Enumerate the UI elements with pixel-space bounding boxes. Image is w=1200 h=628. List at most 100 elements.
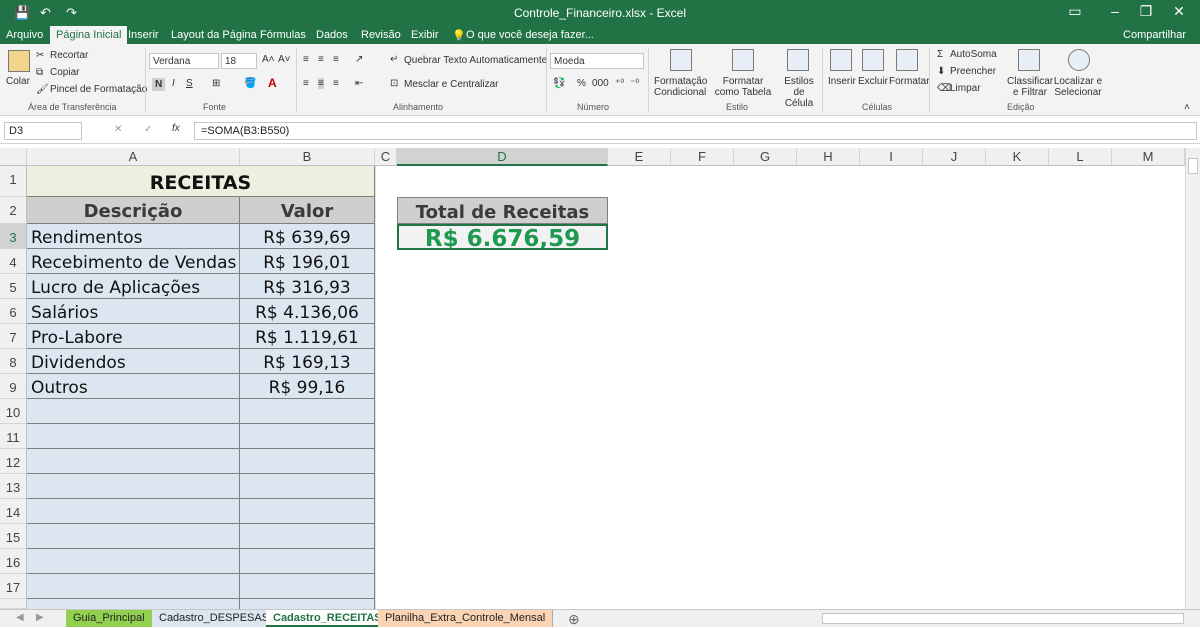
collapse-ribbon-icon[interactable]: ˄ bbox=[1184, 102, 1190, 113]
empty-cell[interactable] bbox=[240, 499, 375, 524]
insert-cells-button[interactable]: Inserir bbox=[828, 76, 856, 87]
merge-button[interactable]: Mesclar e Centralizar bbox=[404, 79, 498, 90]
empty-cell[interactable] bbox=[27, 574, 240, 599]
format-painter-button[interactable]: Pincel de Formatação bbox=[50, 84, 147, 95]
cancel-icon[interactable]: ✕ bbox=[114, 124, 122, 135]
format-cells-icon[interactable] bbox=[896, 49, 918, 71]
table-row-desc[interactable]: Pro-Labore bbox=[27, 324, 240, 349]
empty-cell[interactable] bbox=[27, 399, 240, 424]
empty-cell[interactable] bbox=[240, 399, 375, 424]
empty-cell[interactable] bbox=[27, 499, 240, 524]
cell-styles-button[interactable]: Estilos de Célula bbox=[778, 76, 820, 109]
empty-cell[interactable] bbox=[240, 524, 375, 549]
row-header[interactable]: 2 bbox=[0, 197, 27, 224]
empty-cell[interactable] bbox=[27, 549, 240, 574]
tab-exibir[interactable]: Exibir bbox=[411, 29, 439, 41]
paste-icon[interactable] bbox=[8, 50, 30, 72]
fx-icon[interactable]: fx bbox=[172, 123, 180, 134]
ribbon-options-icon[interactable]: ▭ bbox=[1062, 3, 1088, 20]
row-header[interactable]: 12 bbox=[0, 449, 27, 474]
table-row-value[interactable]: R$ 99,16 bbox=[240, 374, 375, 399]
tab-arquivo[interactable]: Arquivo bbox=[6, 29, 43, 41]
empty-cell[interactable] bbox=[240, 599, 375, 609]
table-row-value[interactable]: R$ 316,93 bbox=[240, 274, 375, 299]
align-top-icon[interactable]: ≡ bbox=[303, 54, 309, 65]
insert-cells-icon[interactable] bbox=[830, 49, 852, 71]
row-header[interactable]: 17 bbox=[0, 574, 27, 599]
row-header[interactable]: 9 bbox=[0, 374, 27, 399]
minimize-button[interactable]: – bbox=[1102, 3, 1128, 19]
row-header[interactable]: 4 bbox=[0, 249, 27, 274]
table-row-desc[interactable]: Outros bbox=[27, 374, 240, 399]
formula-input[interactable]: =SOMA(B3:B550) bbox=[194, 122, 1197, 140]
header-descricao-cell[interactable]: Descrição bbox=[27, 197, 240, 224]
copy-button[interactable]: Copiar bbox=[50, 67, 79, 78]
column-header[interactable]: B bbox=[240, 148, 375, 166]
find-select-button[interactable]: Localizar e Selecionar bbox=[1052, 76, 1104, 98]
table-row-desc[interactable]: Salários bbox=[27, 299, 240, 324]
column-header[interactable]: M bbox=[1112, 148, 1185, 166]
cell-styles-icon[interactable] bbox=[787, 49, 809, 71]
row-header[interactable]: 13 bbox=[0, 474, 27, 499]
column-header[interactable]: D bbox=[397, 148, 608, 166]
align-middle-icon[interactable]: ≡ bbox=[318, 54, 324, 65]
column-header[interactable]: K bbox=[986, 148, 1049, 166]
empty-cell[interactable] bbox=[27, 424, 240, 449]
share-button[interactable]: Compartilhar bbox=[1123, 29, 1186, 41]
row-header[interactable]: 14 bbox=[0, 499, 27, 524]
vertical-scrollbar[interactable] bbox=[1185, 148, 1200, 609]
font-size-select[interactable]: 18 bbox=[221, 53, 257, 69]
row-header[interactable]: 8 bbox=[0, 349, 27, 374]
row-header[interactable]: 6 bbox=[0, 299, 27, 324]
table-row-value[interactable]: R$ 169,13 bbox=[240, 349, 375, 374]
align-left-icon[interactable]: ≡ bbox=[303, 78, 309, 89]
add-sheet-icon[interactable]: ⊕ bbox=[568, 611, 580, 628]
table-row-value[interactable]: R$ 1.119,61 bbox=[240, 324, 375, 349]
table-row-desc[interactable]: Lucro de Aplicações bbox=[27, 274, 240, 299]
column-header[interactable]: H bbox=[797, 148, 860, 166]
tab-dados[interactable]: Dados bbox=[316, 29, 348, 41]
row-header[interactable]: 10 bbox=[0, 399, 27, 424]
header-valor-cell[interactable]: Valor bbox=[240, 197, 375, 224]
table-row-value[interactable]: R$ 639,69 bbox=[240, 224, 375, 249]
row-header[interactable]: 11 bbox=[0, 424, 27, 449]
row-header[interactable] bbox=[0, 599, 27, 609]
align-center-icon[interactable]: ≡ bbox=[318, 78, 324, 89]
row-header[interactable]: 7 bbox=[0, 324, 27, 349]
tab-formulas[interactable]: Fórmulas bbox=[260, 29, 306, 41]
format-cells-button[interactable]: Formatar bbox=[889, 76, 930, 87]
sheet-tab-cadastro-despesas[interactable]: Cadastro_DESPESAS bbox=[152, 610, 278, 627]
indent-icon[interactable]: ⇤ bbox=[355, 78, 363, 89]
clear-button[interactable]: Limpar bbox=[950, 83, 981, 94]
maximize-button[interactable]: ❐ bbox=[1133, 3, 1159, 20]
tab-inserir[interactable]: Inserir bbox=[128, 29, 159, 41]
format-table-icon[interactable] bbox=[732, 49, 754, 71]
total-value-cell[interactable]: R$ 6.676,59 bbox=[397, 224, 608, 250]
empty-cell[interactable] bbox=[240, 474, 375, 499]
paste-button[interactable]: Colar bbox=[6, 76, 30, 87]
tab-layout[interactable]: Layout da Página bbox=[171, 29, 257, 41]
total-label-cell[interactable]: Total de Receitas bbox=[397, 197, 608, 224]
row-header[interactable]: 3 bbox=[0, 224, 27, 249]
close-button[interactable]: ✕ bbox=[1166, 3, 1192, 20]
column-header[interactable]: C bbox=[375, 148, 397, 166]
table-row-value[interactable]: R$ 196,01 bbox=[240, 249, 375, 274]
cut-button[interactable]: Recortar bbox=[50, 50, 88, 61]
table-row-desc[interactable]: Dividendos bbox=[27, 349, 240, 374]
thousands-icon[interactable]: 000 bbox=[592, 78, 609, 89]
empty-cell[interactable] bbox=[240, 549, 375, 574]
empty-cell[interactable] bbox=[27, 524, 240, 549]
horizontal-scrollbar[interactable] bbox=[822, 613, 1184, 624]
align-right-icon[interactable]: ≡ bbox=[333, 78, 339, 89]
grow-font-icon[interactable]: A˄ bbox=[262, 54, 275, 65]
fill-button[interactable]: Preencher bbox=[950, 66, 996, 77]
table-row-value[interactable]: R$ 4.136,06 bbox=[240, 299, 375, 324]
fill-color-icon[interactable]: 🪣 bbox=[244, 78, 256, 89]
align-bottom-icon[interactable]: ≡ bbox=[333, 54, 339, 65]
row-header[interactable]: 5 bbox=[0, 274, 27, 299]
bold-button[interactable]: N bbox=[152, 78, 166, 91]
column-header[interactable]: A bbox=[27, 148, 240, 166]
empty-cell[interactable] bbox=[27, 599, 240, 609]
select-all-corner[interactable] bbox=[0, 148, 27, 166]
name-box[interactable]: D3 bbox=[4, 122, 82, 140]
